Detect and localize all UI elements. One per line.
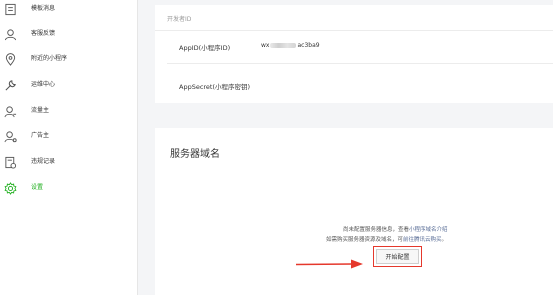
sidebar-item-label: 设置: [31, 184, 44, 191]
advertiser-icon: [3, 129, 17, 143]
divider: [167, 63, 553, 64]
user-feedback-icon: [3, 27, 17, 41]
sidebar-item-label: 广告主: [31, 132, 50, 139]
wrench-icon: [3, 78, 17, 92]
settings-gear-icon: [3, 181, 17, 195]
sidebar-item-settings[interactable]: 设置: [0, 179, 137, 201]
sidebar-item-nearby-miniprogram[interactable]: 附近的小程序: [0, 50, 137, 72]
developer-id-card: 开发者ID AppID(小程序ID) wx ac3ba9 AppSecret(小程…: [155, 5, 553, 103]
sidebar: 模板消息 客服反馈 附近的小程序 运维中心 流量主 广告主 违规记录 设置: [0, 0, 138, 295]
sidebar-item-label: 客服反馈: [31, 30, 56, 37]
appid-label: AppID(小程序ID): [179, 44, 231, 52]
start-config-highlight: 开始配置: [373, 246, 422, 267]
server-hint-line2: 如需购买服务器资源及域名，可前往腾讯云购买。: [326, 235, 447, 243]
violation-record-icon: [3, 155, 17, 169]
sidebar-item-advertiser[interactable]: 广告主: [0, 127, 137, 149]
sidebar-item-label: 模板消息: [31, 5, 56, 12]
appid-value: wx ac3ba9: [261, 42, 320, 49]
sidebar-item-violation-record[interactable]: 违规记录: [0, 153, 137, 175]
server-hint-line1: 尚未配置服务器信息，查看小程序域名介绍: [343, 225, 448, 233]
divider: [155, 30, 553, 31]
sidebar-item-template-message[interactable]: 模板消息: [0, 0, 137, 22]
hint-text: 如需购买服务器资源及域名，可: [326, 237, 404, 243]
tencent-cloud-buy-link[interactable]: 前往腾讯云购买: [403, 237, 442, 243]
hint-text: 。: [441, 237, 448, 243]
appsecret-label: AppSecret(小程序密钥): [179, 83, 251, 91]
miniprogram-domain-intro-link[interactable]: 小程序域名介绍: [409, 227, 448, 233]
developer-id-header: 开发者ID: [167, 16, 192, 23]
annotation-arrow-icon: [295, 259, 363, 269]
location-pin-icon: [3, 52, 17, 66]
sidebar-item-label: 流量主: [31, 107, 50, 114]
start-config-button[interactable]: 开始配置: [376, 249, 419, 264]
appid-prefix: wx: [261, 42, 270, 49]
sidebar-item-label: 违规记录: [31, 158, 56, 165]
traffic-user-icon: [3, 104, 17, 118]
sidebar-item-ops-center[interactable]: 运维中心: [0, 76, 137, 98]
sidebar-item-label: 运维中心: [31, 81, 56, 88]
sidebar-item-user-feedback[interactable]: 客服反馈: [0, 25, 137, 47]
sidebar-item-label: 附近的小程序: [31, 55, 68, 62]
redacted-mask: [270, 43, 297, 48]
template-message-icon: [3, 2, 17, 16]
sidebar-item-traffic-owner[interactable]: 流量主: [0, 102, 137, 124]
hint-text: 尚未配置服务器信息，查看: [343, 227, 410, 233]
server-domain-title: 服务器域名: [170, 149, 220, 160]
appid-suffix: ac3ba9: [297, 42, 320, 49]
